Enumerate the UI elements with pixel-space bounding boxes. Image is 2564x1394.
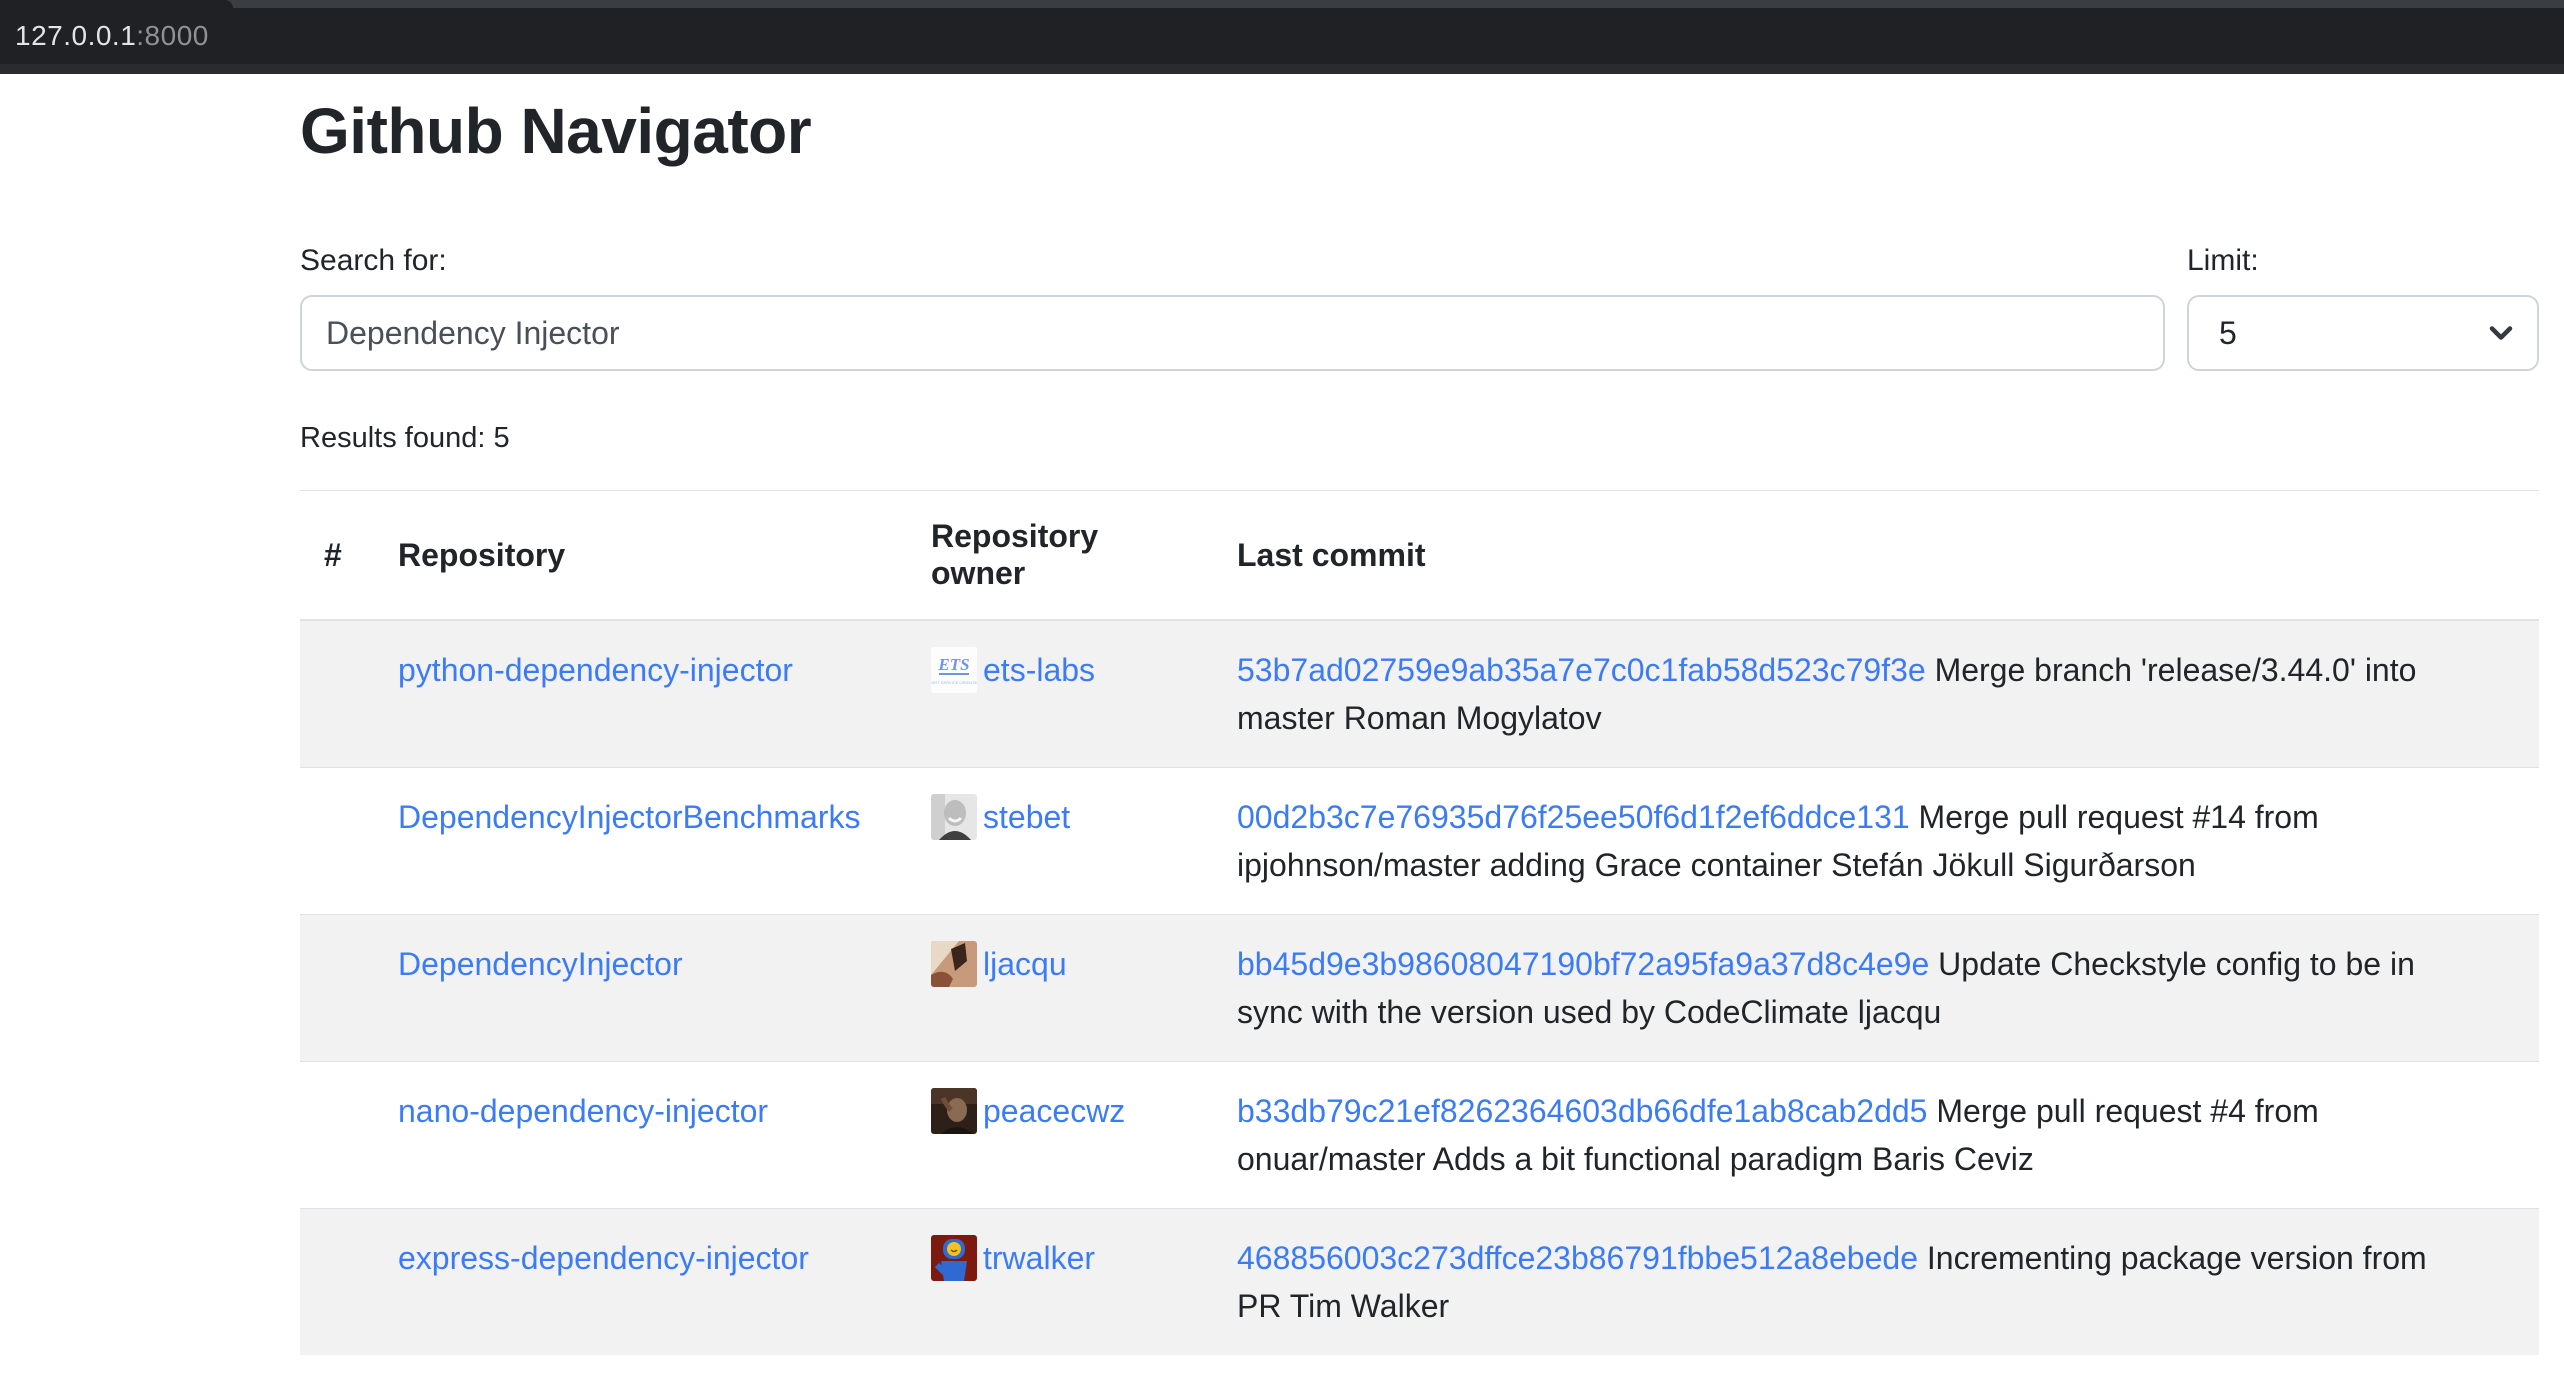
col-header-number: # [300, 491, 374, 621]
repository-link[interactable]: nano-dependency-injector [398, 1093, 768, 1129]
browser-active-tab[interactable] [0, 0, 233, 8]
commit-hash-link[interactable]: 00d2b3c7e76935d76f25ee50f6d1f2ef6ddce131 [1237, 799, 1910, 835]
limit-select[interactable]: 5 [2187, 295, 2539, 371]
repository-link[interactable]: DependencyInjector [398, 946, 683, 982]
repository-link[interactable]: DependencyInjectorBenchmarks [398, 799, 860, 835]
search-input[interactable] [300, 295, 2165, 371]
browser-tab-strip [0, 0, 2564, 8]
url-text: 127.0.0.1:8000 [15, 20, 209, 52]
url-host: 127.0.0.1 [15, 20, 136, 51]
owner-link[interactable]: peacecwz [983, 1087, 1125, 1135]
table-row: DependencyInjector ljacqu [300, 915, 2539, 1062]
table-row: DependencyInjectorBenchmarks [300, 768, 2539, 915]
avatar-stebet[interactable] [931, 794, 977, 840]
col-header-last-commit: Last commit [1213, 491, 2539, 621]
search-form: Search for: Limit: 5 [300, 244, 2539, 371]
search-column: Search for: [300, 244, 2165, 371]
avatar-trwalker[interactable] [931, 1235, 977, 1281]
row-number-cell [300, 1209, 374, 1356]
limit-label: Limit: [2187, 244, 2539, 278]
results-summary: Results found: 5 [300, 422, 2539, 455]
browser-address-bar[interactable]: 127.0.0.1:8000 [0, 8, 2564, 64]
page-title: Github Navigator [300, 94, 2539, 168]
results-table: # Repository Repository owner Last commi… [300, 490, 2539, 1355]
avatar-ljacqu[interactable] [931, 941, 977, 987]
row-number-cell [300, 768, 374, 915]
search-label: Search for: [300, 244, 2165, 278]
col-header-owner: Repository owner [907, 491, 1213, 621]
table-row: express-dependency-injector [300, 1209, 2539, 1356]
table-row: python-dependency-injector ETS LIGHT SER… [300, 620, 2539, 768]
repository-link[interactable]: python-dependency-injector [398, 652, 793, 688]
table-row: nano-dependency-injector pe [300, 1062, 2539, 1209]
commit-hash-link[interactable]: b33db79c21ef8262364603db66dfe1ab8cab2dd5 [1237, 1093, 1927, 1129]
svg-text:ETS: ETS [937, 655, 969, 674]
repository-link[interactable]: express-dependency-injector [398, 1240, 809, 1276]
avatar-peacecwz[interactable] [931, 1088, 977, 1134]
owner-link[interactable]: stebet [983, 793, 1070, 841]
svg-text:LIGHT SERVICE ORIENTED: LIGHT SERVICE ORIENTED [931, 680, 977, 685]
url-port: :8000 [136, 20, 209, 51]
commit-hash-link[interactable]: 53b7ad02759e9ab35a7e7c0c1fab58d523c79f3e [1237, 652, 1926, 688]
browser-bar-edge [0, 64, 2564, 74]
owner-link[interactable]: trwalker [983, 1234, 1095, 1282]
row-number-cell [300, 1062, 374, 1209]
limit-column: Limit: 5 [2187, 244, 2539, 371]
browser-chrome: 127.0.0.1:8000 [0, 0, 2564, 74]
owner-link[interactable]: ets-labs [983, 646, 1095, 694]
table-header-row: # Repository Repository owner Last commi… [300, 491, 2539, 621]
row-number-cell [300, 915, 374, 1062]
commit-hash-link[interactable]: bb45d9e3b98608047190bf72a95fa9a37d8c4e9e [1237, 946, 1929, 982]
commit-hash-link[interactable]: 468856003c273dffce23b86791fbbe512a8ebede [1237, 1240, 1918, 1276]
avatar-ets-labs[interactable]: ETS LIGHT SERVICE ORIENTED [931, 647, 977, 693]
owner-link[interactable]: ljacqu [983, 940, 1067, 988]
row-number-cell [300, 620, 374, 768]
page-content: Github Navigator Search for: Limit: 5 Re… [300, 94, 2539, 1355]
col-header-repository: Repository [374, 491, 907, 621]
